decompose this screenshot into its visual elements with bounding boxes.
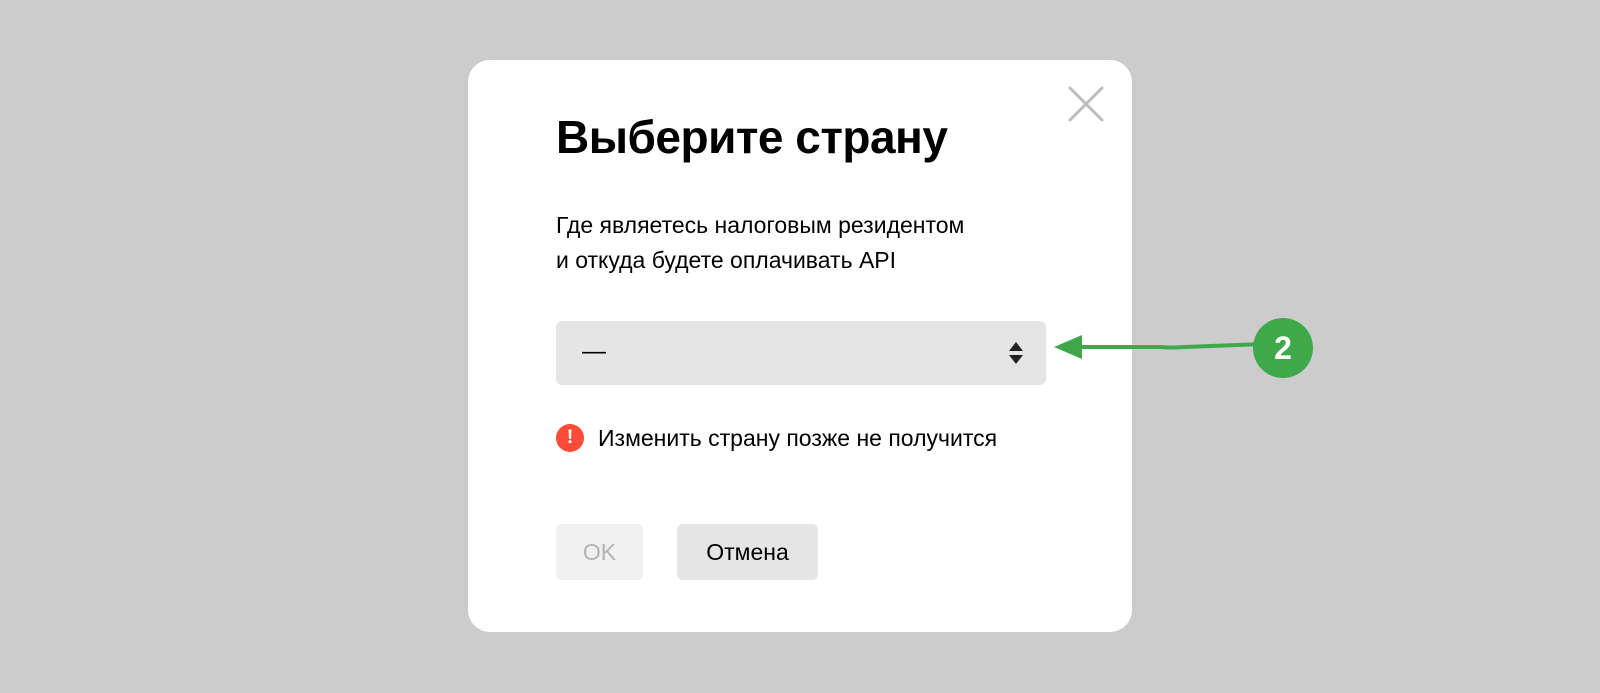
- ok-button[interactable]: OK: [556, 524, 643, 580]
- subtitle-line-2: и откуда будете оплачивать API: [556, 247, 897, 273]
- country-select-value: —: [582, 338, 606, 365]
- close-icon[interactable]: [1066, 84, 1106, 124]
- annotation-arrow: [1054, 335, 1265, 359]
- dialog-subtitle: Где являетесь налоговым резидентом и отк…: [556, 208, 964, 278]
- exclamation-circle-icon: !: [556, 424, 584, 452]
- dialog-title: Выберите страну: [556, 111, 948, 163]
- step-number: 2: [1274, 330, 1292, 366]
- cancel-button[interactable]: Отмена: [677, 524, 818, 580]
- country-select[interactable]: —: [556, 321, 1046, 385]
- warning-message: ! Изменить страну позже не получится: [556, 423, 997, 453]
- warning-text: Изменить страну позже не получится: [598, 424, 998, 451]
- country-select-dialog: Выберите страну Где являетесь налоговым …: [468, 60, 1132, 632]
- step-annotation: 2: [1050, 315, 1320, 381]
- subtitle-line-1: Где являетесь налоговым резидентом: [556, 212, 965, 238]
- updown-arrows-icon: [1008, 340, 1024, 366]
